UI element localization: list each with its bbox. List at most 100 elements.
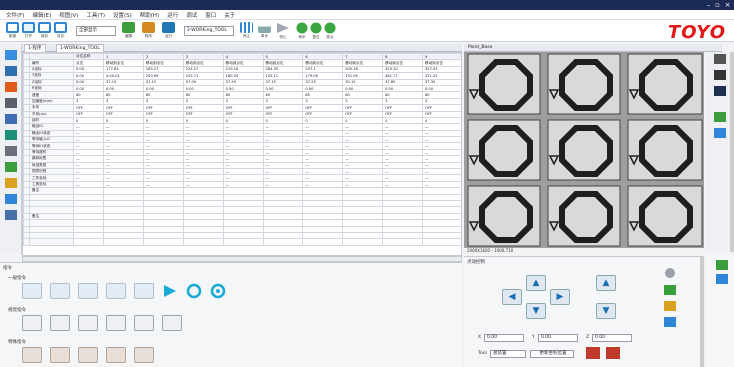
play-button[interactable]: 停止 — [276, 22, 290, 40]
save-button[interactable]: 保存 — [38, 22, 51, 39]
jog-down-button[interactable]: ▼ — [526, 303, 546, 319]
io-jump-icon[interactable] — [134, 347, 154, 363]
jog-right-button[interactable]: ▶ — [550, 289, 570, 305]
menu-item-help[interactable]: 帮助(H) — [140, 11, 159, 19]
table-cell[interactable] — [73, 238, 104, 246]
tree-icon[interactable] — [714, 112, 726, 122]
vision-square-icon[interactable] — [106, 315, 126, 331]
camera-icon[interactable] — [5, 114, 17, 124]
table-cell[interactable] — [142, 238, 184, 246]
table-cell[interactable] — [222, 238, 264, 246]
jog-up-button[interactable]: ▲ — [526, 275, 546, 291]
update-position-button[interactable]: 更新坐标位置 — [530, 350, 574, 358]
circle-icon[interactable] — [186, 283, 202, 299]
table-cell[interactable] — [342, 238, 384, 246]
reset-button[interactable]: 复位 — [310, 22, 322, 40]
sliders-icon[interactable] — [664, 317, 676, 327]
dispense-move-icon[interactable] — [134, 283, 154, 299]
tree-icon[interactable] — [664, 285, 676, 295]
play-triangle-icon[interactable] — [162, 283, 178, 299]
vision-locate-icon[interactable] — [22, 315, 42, 331]
close-button[interactable]: × — [723, 1, 732, 9]
menu-item-about[interactable]: 关于 — [224, 11, 235, 19]
tab-working-tool[interactable]: 1-WORKing_TOOL — [56, 44, 104, 52]
mountain-icon[interactable] — [5, 178, 17, 188]
camera-icon[interactable] — [714, 70, 726, 80]
table-cell[interactable] — [182, 238, 224, 246]
mountain-icon[interactable] — [664, 301, 676, 311]
document-icon[interactable] — [714, 86, 726, 96]
vision-calib-icon[interactable] — [134, 315, 154, 331]
edit-button[interactable]: 编辑 — [122, 22, 135, 39]
vision-multi-icon[interactable] — [162, 315, 182, 331]
arc-move-icon[interactable] — [78, 283, 98, 299]
camera-view[interactable] — [464, 52, 704, 248]
z-value-field[interactable]: 0.00 — [592, 334, 632, 342]
display-mode-select[interactable]: 全部显示 — [76, 26, 116, 36]
program-label: 程序 — [144, 34, 153, 38]
program-button[interactable]: 程序 — [142, 22, 155, 39]
tool-icon[interactable] — [716, 274, 728, 284]
table-row[interactable] — [23, 238, 461, 246]
robot-icon[interactable] — [5, 98, 17, 108]
tree-icon[interactable] — [5, 162, 17, 172]
open-button[interactable]: 打开 — [22, 22, 35, 39]
io-input-icon[interactable] — [50, 347, 70, 363]
pen-icon[interactable] — [5, 50, 17, 60]
jog-z-down-button[interactable]: ▼ — [596, 303, 616, 319]
point-move-icon[interactable] — [22, 283, 42, 299]
hook-icon[interactable] — [5, 146, 17, 156]
vision-box-icon[interactable] — [50, 315, 70, 331]
table-cell[interactable] — [262, 238, 304, 246]
grid-button[interactable]: 停止 — [240, 22, 253, 39]
menu-item-tools[interactable]: 工具(T) — [86, 11, 105, 19]
tool-icon[interactable] — [714, 128, 726, 138]
menu-item-debug[interactable]: 调试 — [186, 11, 197, 19]
cup-icon[interactable] — [5, 66, 17, 76]
minimize-button[interactable]: – — [704, 1, 713, 9]
tree-icon[interactable] — [716, 260, 728, 270]
io-delay-icon[interactable] — [106, 347, 126, 363]
speed-dial-icon[interactable] — [664, 267, 676, 279]
target-circle-icon[interactable] — [210, 283, 226, 299]
step-button[interactable]: 单步 — [296, 22, 308, 40]
record-all-icon[interactable] — [606, 347, 620, 359]
run-button[interactable]: 运行 — [162, 22, 175, 39]
tab-program[interactable]: 1-程序 — [24, 44, 46, 52]
menu-item-file[interactable]: 文件(F) — [6, 11, 24, 19]
target-icon[interactable] — [5, 130, 17, 140]
y-value-field[interactable]: 0.00 — [538, 334, 578, 342]
table-cell[interactable] — [422, 238, 461, 246]
jog-panel-scrollbar[interactable] — [700, 257, 704, 367]
menu-item-run[interactable]: 运行 — [167, 11, 178, 19]
table-cell[interactable] — [382, 238, 423, 246]
vision-ring-icon[interactable] — [78, 315, 98, 331]
record-point-icon[interactable] — [586, 347, 600, 359]
menu-item-view[interactable]: 视图(V) — [59, 11, 78, 19]
io-wait-icon[interactable] — [78, 347, 98, 363]
jump-move-icon[interactable] — [106, 283, 126, 299]
snapshot-icon[interactable] — [714, 54, 726, 64]
table-cell[interactable] — [103, 238, 144, 246]
maximize-button[interactable]: ▫ — [713, 1, 722, 9]
table-cell[interactable] — [302, 238, 344, 246]
menu-item-edit[interactable]: 编辑(E) — [32, 11, 51, 19]
x-value-field[interactable]: 0.00 — [484, 334, 524, 342]
tool-icon[interactable] — [5, 210, 17, 220]
tool-select[interactable]: 总装置 — [490, 350, 526, 358]
tool-select[interactable]: 2-WORKing_TOOL — [184, 26, 234, 36]
menu-item-settings[interactable]: 设置(S) — [113, 11, 132, 19]
save-as-button[interactable]: 另存 — [54, 22, 67, 39]
io-output-icon[interactable] — [22, 347, 42, 363]
menu-item-window[interactable]: 窗口 — [205, 11, 216, 19]
chart-button[interactable]: 单步 — [258, 22, 271, 39]
sliders-icon[interactable] — [5, 194, 17, 204]
new-button[interactable]: 新建 — [6, 22, 19, 39]
linear-move-icon[interactable] — [50, 283, 70, 299]
table-cell[interactable] — [29, 238, 74, 246]
hand-icon[interactable] — [5, 82, 17, 92]
jog-left-button[interactable]: ◀ — [502, 289, 522, 305]
right-scrollbar[interactable] — [730, 52, 734, 252]
jog-z-up-button[interactable]: ▲ — [596, 275, 616, 291]
home-button[interactable]: 原点 — [324, 22, 336, 40]
